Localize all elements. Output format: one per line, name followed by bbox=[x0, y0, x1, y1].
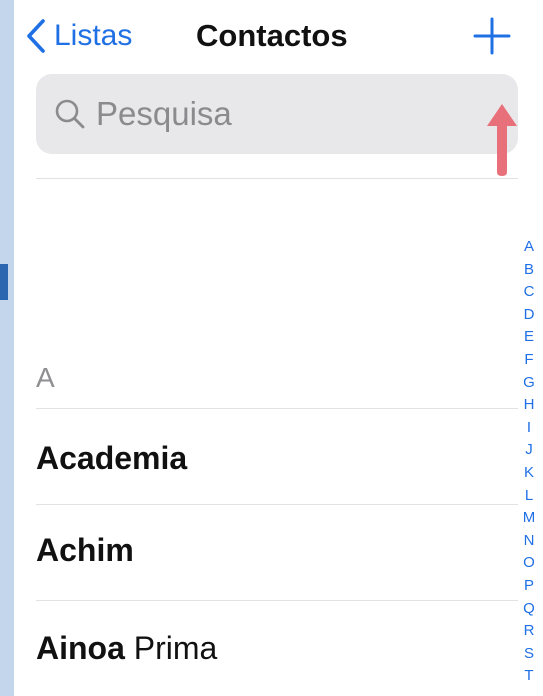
background-mark bbox=[0, 264, 8, 300]
index-letter[interactable]: K bbox=[524, 462, 534, 485]
divider bbox=[36, 504, 518, 505]
add-contact-button[interactable] bbox=[472, 16, 512, 56]
empty-card-area bbox=[14, 182, 543, 302]
index-letter[interactable]: Q bbox=[523, 598, 535, 621]
search-placeholder: Pesquisa bbox=[96, 95, 232, 132]
up-arrow-icon bbox=[487, 104, 517, 176]
index-letter[interactable]: F bbox=[524, 349, 533, 372]
contact-first-name: Achim bbox=[36, 532, 134, 568]
index-letter[interactable]: O bbox=[523, 552, 535, 575]
search-icon bbox=[55, 99, 85, 129]
divider bbox=[36, 600, 518, 601]
index-letter[interactable]: L bbox=[525, 485, 533, 508]
index-letter[interactable]: B bbox=[524, 259, 534, 282]
back-button[interactable]: Listas bbox=[26, 14, 132, 58]
contact-row[interactable]: Academia bbox=[36, 418, 496, 498]
plus-icon bbox=[473, 17, 511, 55]
divider bbox=[36, 408, 518, 409]
index-letter[interactable]: A bbox=[524, 236, 534, 259]
contact-row[interactable]: Ainoa Prima bbox=[36, 608, 496, 688]
contact-first-name: Academia bbox=[36, 440, 188, 476]
contacts-screen: Listas Contactos Pesquisa A Academia Ach… bbox=[14, 0, 543, 696]
contact-last-name: Prima bbox=[133, 630, 218, 666]
index-letter[interactable]: D bbox=[524, 304, 535, 327]
chevron-left-icon bbox=[27, 19, 45, 53]
index-letter[interactable]: M bbox=[523, 507, 536, 530]
index-letter[interactable]: G bbox=[523, 372, 535, 395]
section-header: A bbox=[36, 362, 55, 393]
contact-first-name: Ainoa bbox=[36, 630, 125, 666]
alphabet-index[interactable]: A B C D E F G H I J K L M N O P Q R S T bbox=[518, 236, 540, 688]
index-letter[interactable]: P bbox=[524, 575, 534, 598]
index-letter[interactable]: C bbox=[524, 281, 535, 304]
index-letter[interactable]: E bbox=[524, 326, 534, 349]
index-letter[interactable]: I bbox=[527, 417, 531, 440]
search-field[interactable]: Pesquisa bbox=[36, 74, 518, 154]
page-title: Contactos bbox=[196, 18, 348, 53]
background-left-edge bbox=[0, 0, 14, 696]
divider bbox=[36, 178, 518, 179]
index-letter[interactable]: J bbox=[525, 439, 533, 462]
index-letter[interactable]: R bbox=[524, 620, 535, 643]
index-letter[interactable]: N bbox=[524, 530, 535, 553]
contact-row[interactable]: Achim bbox=[36, 510, 496, 590]
index-letter[interactable]: H bbox=[524, 394, 535, 417]
back-button-label: Listas bbox=[54, 19, 133, 52]
index-letter[interactable]: S bbox=[524, 643, 534, 666]
index-letter[interactable]: T bbox=[524, 665, 533, 688]
